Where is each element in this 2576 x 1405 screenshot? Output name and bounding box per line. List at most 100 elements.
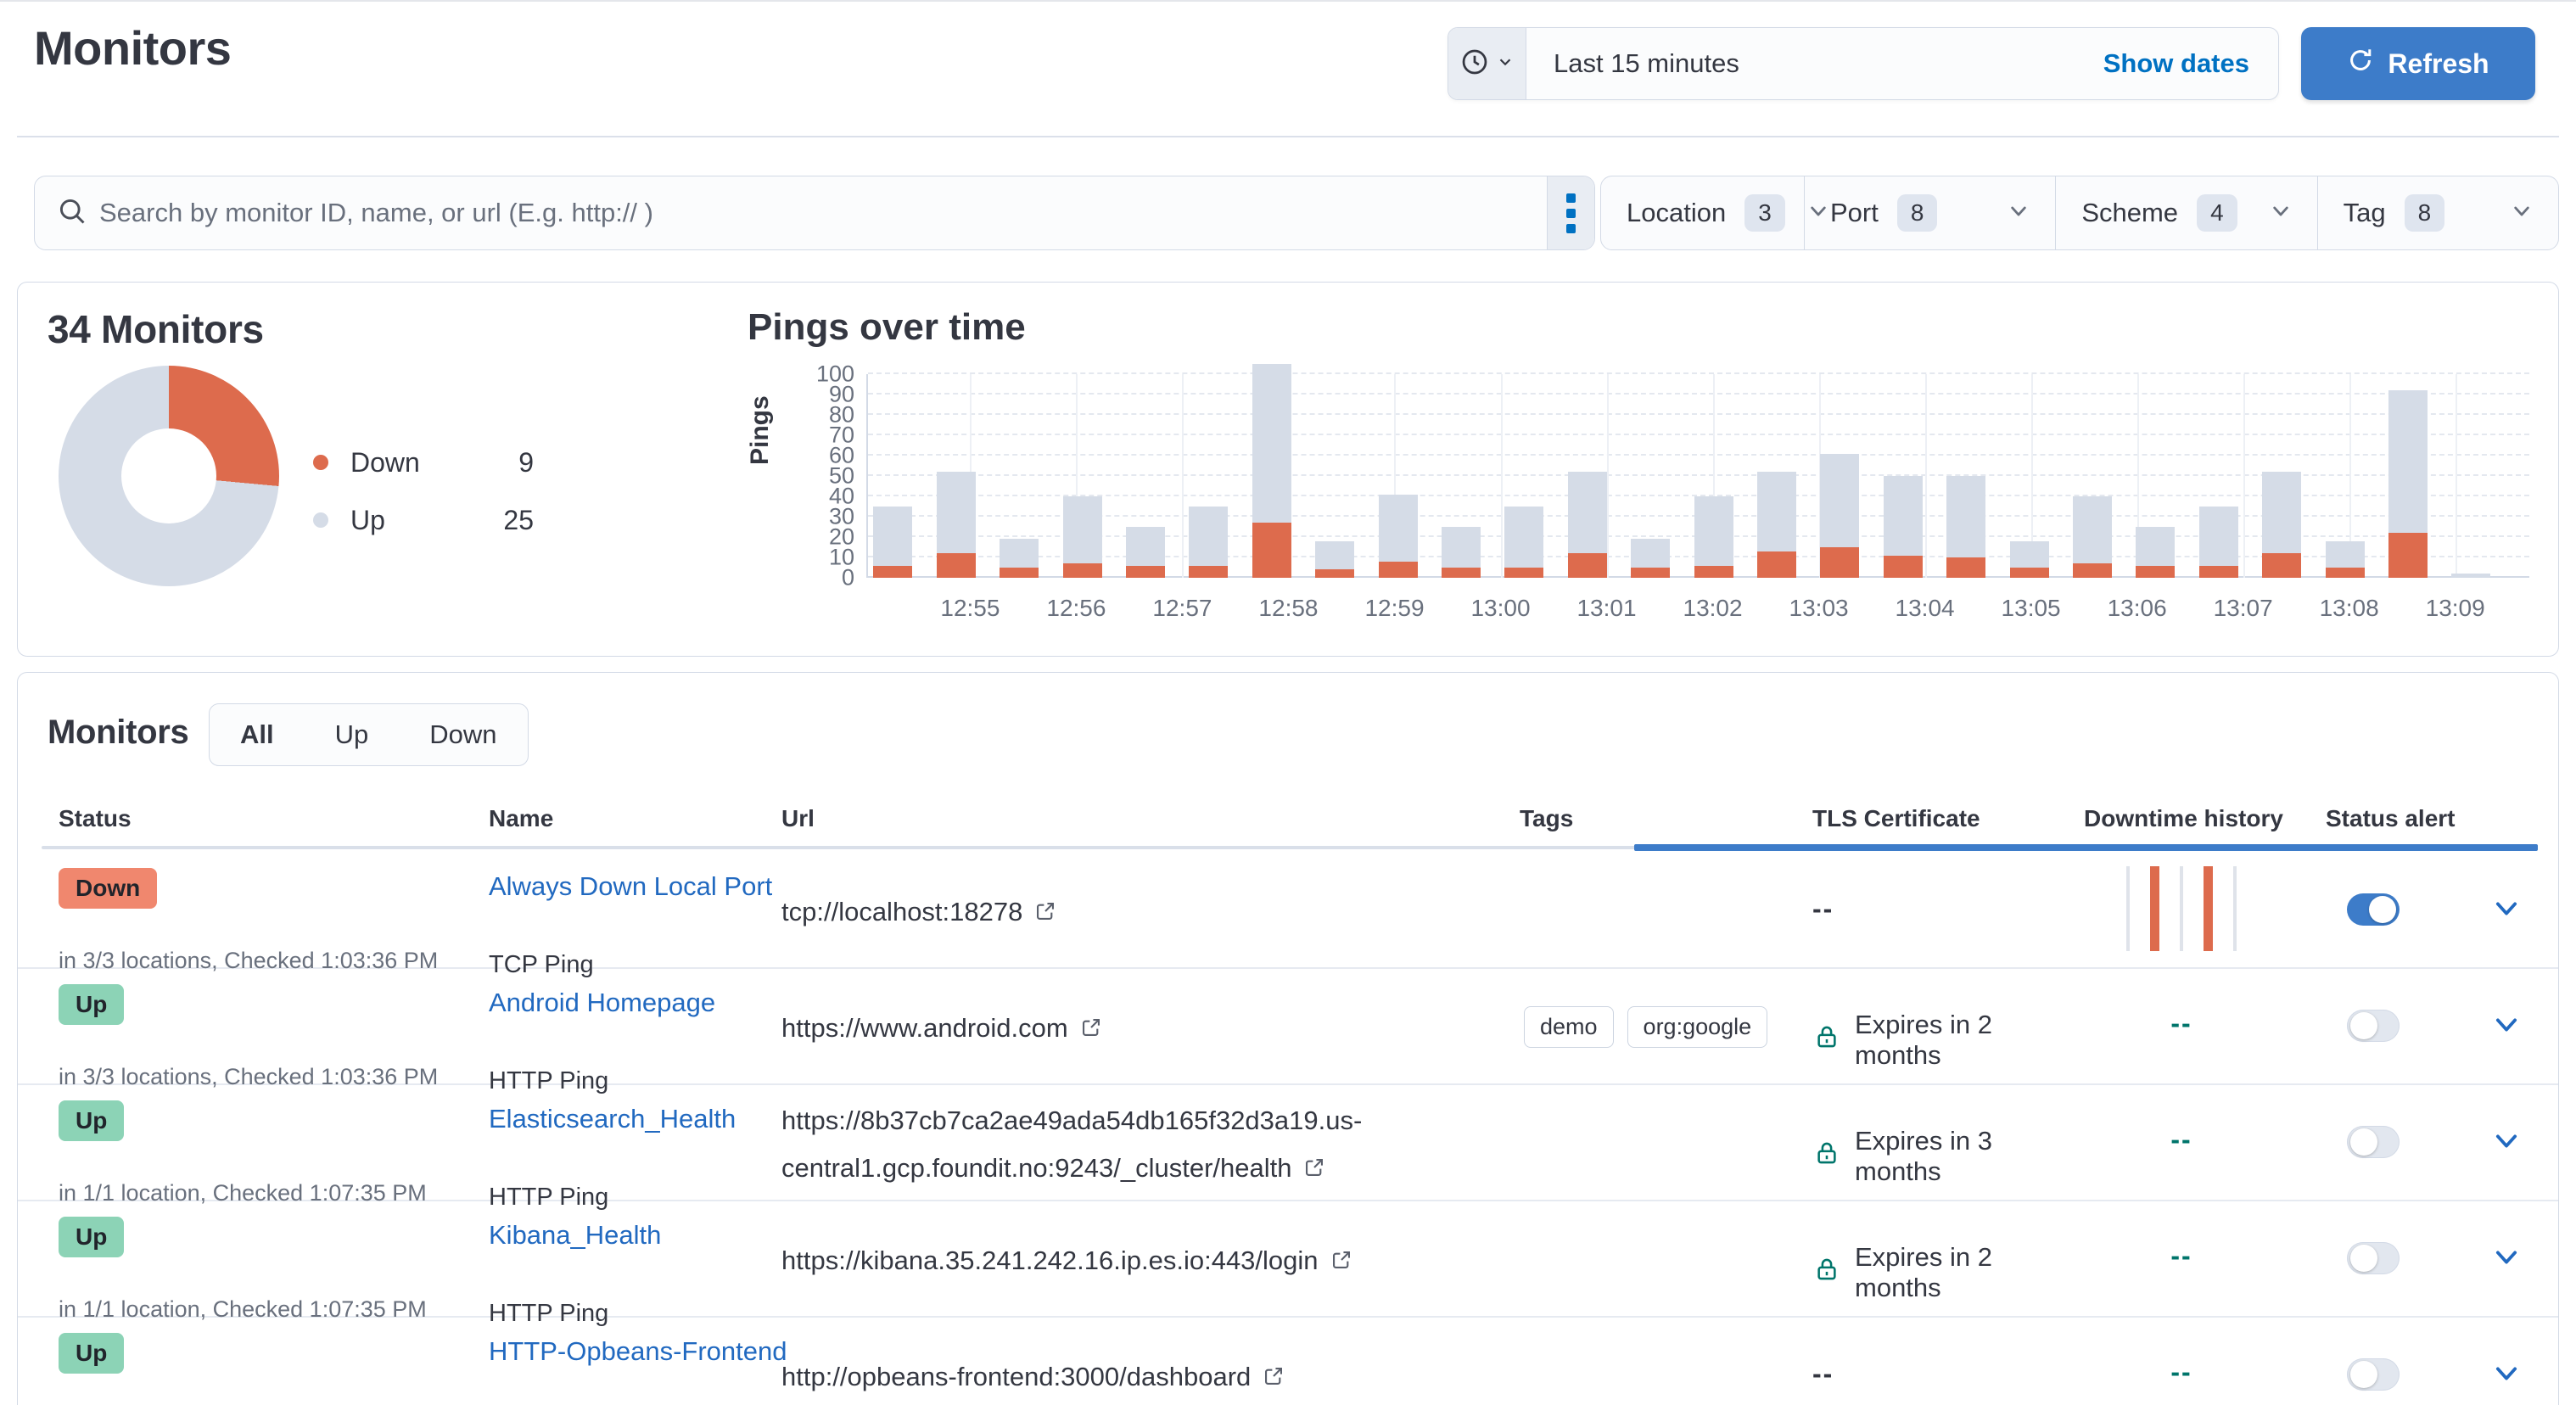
status-alert-toggle[interactable] <box>2347 893 2400 926</box>
up-segment <box>1315 541 1354 570</box>
tab-down[interactable]: Down <box>399 704 527 765</box>
down-segment <box>1126 566 1165 578</box>
down-segment <box>1946 557 1985 578</box>
monitor-name-link[interactable]: Kibana_Health <box>489 1220 661 1250</box>
up-segment <box>2073 496 2112 563</box>
up-segment <box>1568 472 1607 553</box>
search-icon <box>57 196 87 231</box>
x-axis-tick: 12:58 <box>1258 595 1318 622</box>
ping-bar <box>1126 527 1165 578</box>
x-axis-tick: 13:08 <box>2320 595 2379 622</box>
status-cell: Down in 3/3 locations, Checked 1:03:36 P… <box>59 868 449 909</box>
sparkline-bar <box>2126 866 2130 951</box>
search-input[interactable] <box>87 198 1547 228</box>
monitors-donut-chart <box>59 366 279 586</box>
monitor-url[interactable]: http://opbeans-frontend:3000/dashboard <box>781 1353 1511 1402</box>
donut-legend: Down 9 Up 25 <box>313 434 534 549</box>
page-title: Monitors <box>34 20 231 76</box>
expand-row-chevron-icon[interactable] <box>2491 1358 2522 1393</box>
up-segment <box>1820 454 1859 547</box>
status-filter-tabs: AllUpDown <box>209 703 529 766</box>
refresh-label: Refresh <box>2388 48 2489 80</box>
monitor-url[interactable]: tcp://localhost:18278 <box>781 888 1511 938</box>
up-segment <box>1252 364 1291 523</box>
status-badge: Up <box>59 1217 124 1257</box>
query-menu-icon[interactable] <box>1547 176 1594 249</box>
filter-count-badge: 4 <box>2197 194 2237 232</box>
filter-tag[interactable]: Tag 8 <box>2318 176 2558 249</box>
status-alert-cell <box>2347 893 2400 926</box>
gridline <box>868 434 2529 435</box>
tls-expiry[interactable]: Expires in 2 months <box>1855 1242 2084 1303</box>
tls-expiry[interactable]: Expires in 3 months <box>1855 1126 2084 1187</box>
refresh-button[interactable]: Refresh <box>2301 27 2535 100</box>
tls-expiry[interactable]: Expires in 2 months <box>1855 1010 2084 1071</box>
status-alert-cell <box>2347 1010 2400 1042</box>
monitor-search-box <box>34 176 1595 250</box>
toggle-knob <box>2350 1361 2377 1388</box>
external-link-icon <box>1330 1239 1352 1286</box>
legend-label: Up <box>350 505 385 536</box>
down-segment <box>1252 523 1291 578</box>
external-link-icon <box>1080 1006 1102 1054</box>
monitor-name-link[interactable]: Always Down Local Port <box>489 871 772 901</box>
filter-scheme[interactable]: Scheme 4 <box>2056 176 2317 249</box>
chevron-down-icon <box>1496 53 1515 76</box>
monitor-url[interactable]: https://8b37cb7ca2ae49ada54db165f32d3a19… <box>781 1097 1511 1145</box>
ping-bar <box>1379 495 1418 578</box>
show-dates-link[interactable]: Show dates <box>2103 28 2278 99</box>
tag-badge[interactable]: demo <box>1524 1006 1614 1048</box>
donut-hole <box>121 428 216 523</box>
up-segment <box>1063 496 1102 563</box>
expand-row-cell <box>2491 1126 2522 1161</box>
status-alert-toggle[interactable] <box>2347 1126 2400 1158</box>
monitor-name-link[interactable]: Android Homepage <box>489 988 715 1017</box>
y-axis-tick: 100 <box>778 361 854 388</box>
expand-row-chevron-icon[interactable] <box>2491 1010 2522 1044</box>
ping-bar <box>1000 539 1039 578</box>
name-cell: Kibana_Health HTTP Ping <box>489 1220 777 1251</box>
status-badge: Up <box>59 984 124 1025</box>
status-alert-toggle[interactable] <box>2347 1010 2400 1042</box>
monitor-url[interactable]: https://kibana.35.241.242.16.ip.es.io:44… <box>781 1237 1511 1286</box>
legend-label: Down <box>350 447 420 479</box>
filter-location[interactable]: Location 3 <box>1601 176 1805 249</box>
downtime-empty-value: -- <box>2170 1357 2192 1387</box>
external-link-icon <box>1303 1146 1325 1194</box>
expand-row-chevron-icon[interactable] <box>2491 1126 2522 1161</box>
status-cell: Up in 3/3 locations, Checked 1:03:36 PM <box>59 984 449 1025</box>
time-range-picker: Last 15 minutes Show dates <box>1448 27 2279 100</box>
time-range-value[interactable]: Last 15 minutes <box>1526 28 2103 99</box>
legend-dot <box>313 455 328 470</box>
tag-badge[interactable]: org:google <box>1627 1006 1768 1048</box>
up-segment <box>1379 495 1418 562</box>
ping-bar <box>2451 574 2490 578</box>
expand-row-cell <box>2491 1010 2522 1044</box>
expand-row-chevron-icon[interactable] <box>2491 893 2522 928</box>
up-segment <box>1757 472 1796 551</box>
monitors-list-title: Monitors <box>48 714 188 752</box>
monitor-url[interactable]: central1.gcp.foundit.no:9243/_cluster/he… <box>781 1145 1511 1194</box>
status-alert-toggle[interactable] <box>2347 1242 2400 1274</box>
filter-port[interactable]: Port 8 <box>1805 176 2056 249</box>
ping-bar <box>2262 472 2301 578</box>
up-segment <box>1126 527 1165 566</box>
expand-row-cell <box>2491 1358 2522 1393</box>
time-picker-quick-menu-button[interactable] <box>1448 28 1526 99</box>
down-segment <box>1379 562 1418 578</box>
up-segment <box>1884 476 1923 556</box>
monitor-url[interactable]: https://www.android.com <box>781 1005 1511 1054</box>
url-cell: https://8b37cb7ca2ae49ada54db165f32d3a19… <box>781 1097 1511 1194</box>
monitor-name-link[interactable]: Elasticsearch_Health <box>489 1104 736 1134</box>
status-alert-toggle[interactable] <box>2347 1358 2400 1391</box>
x-axis-tick: 13:02 <box>1683 595 1742 622</box>
legend-value: 9 <box>518 447 534 479</box>
monitor-name-link[interactable]: HTTP-Opbeans-Frontend <box>489 1336 787 1366</box>
expand-row-chevron-icon[interactable] <box>2491 1242 2522 1277</box>
external-link-icon <box>1263 1355 1285 1402</box>
expand-row-cell <box>2491 1242 2522 1277</box>
name-cell: Elasticsearch_Health HTTP Ping <box>489 1104 777 1134</box>
clock-icon <box>1460 48 1489 81</box>
tab-up[interactable]: Up <box>305 704 400 765</box>
tab-all[interactable]: All <box>210 704 305 765</box>
